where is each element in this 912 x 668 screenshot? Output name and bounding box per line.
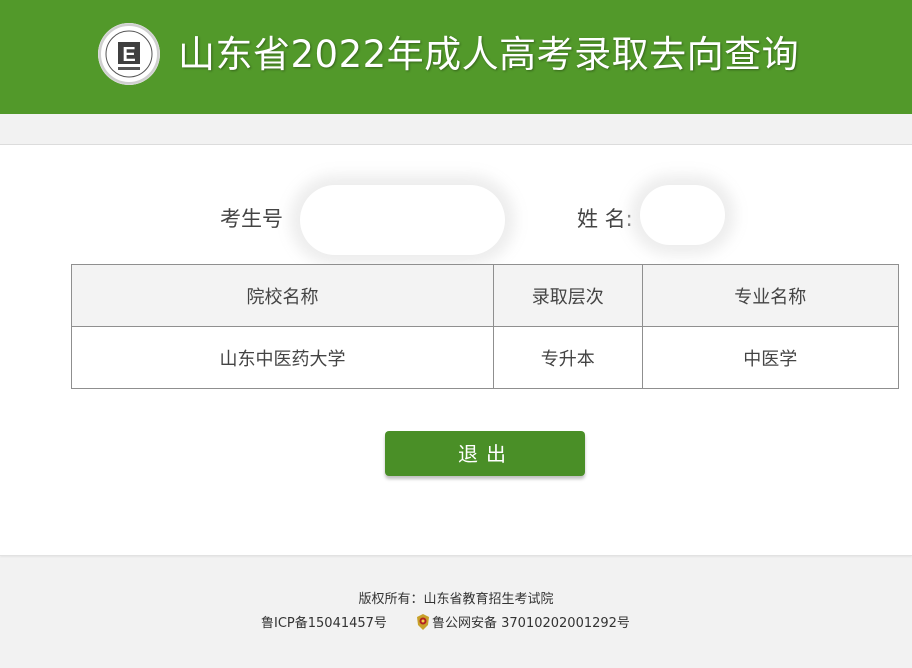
police-record-text: 鲁公网安备 37010202001292号 bbox=[432, 616, 630, 631]
table-row: 山东中医药大学 专升本 中医学 bbox=[71, 326, 900, 389]
header-school-name: 院校名称 bbox=[71, 264, 494, 327]
exit-button[interactable]: 退出 bbox=[385, 431, 585, 476]
exam-id-label: 考生号 bbox=[220, 207, 283, 231]
cell-school-name: 山东中医药大学 bbox=[71, 326, 494, 389]
school-seal-logo: E bbox=[98, 23, 160, 85]
header-band bbox=[0, 114, 912, 145]
result-card: 考生号 姓 名: 院校名称 录取层次 专业名称 山东中医药大学 专升本 中医学 … bbox=[0, 145, 912, 556]
page-header: E 山东省2022年成人高考录取去向查询 bbox=[0, 0, 912, 114]
name-label: 姓 名: bbox=[577, 207, 633, 231]
logo-letter: E bbox=[122, 44, 135, 66]
police-badge-icon bbox=[416, 614, 430, 630]
police-record[interactable]: 鲁公网安备 37010202001292号 bbox=[416, 612, 630, 631]
cell-major-name: 中医学 bbox=[641, 326, 900, 389]
exam-id-value-redacted bbox=[300, 185, 505, 255]
page-title: 山东省2022年成人高考录取去向查询 bbox=[178, 33, 800, 76]
icp-record-link[interactable]: 鲁ICP备15041457号 bbox=[261, 612, 387, 631]
header-admission-level: 录取层次 bbox=[492, 264, 643, 327]
copyright-text: 版权所有：山东省教育招生考试院 bbox=[358, 592, 554, 607]
admission-result-table: 院校名称 录取层次 专业名称 山东中医药大学 专升本 中医学 bbox=[71, 264, 900, 389]
name-value-redacted bbox=[640, 185, 725, 245]
header-major-name: 专业名称 bbox=[641, 264, 900, 327]
cell-admission-level: 专升本 bbox=[492, 326, 643, 389]
table-header-row: 院校名称 录取层次 专业名称 bbox=[71, 264, 900, 327]
